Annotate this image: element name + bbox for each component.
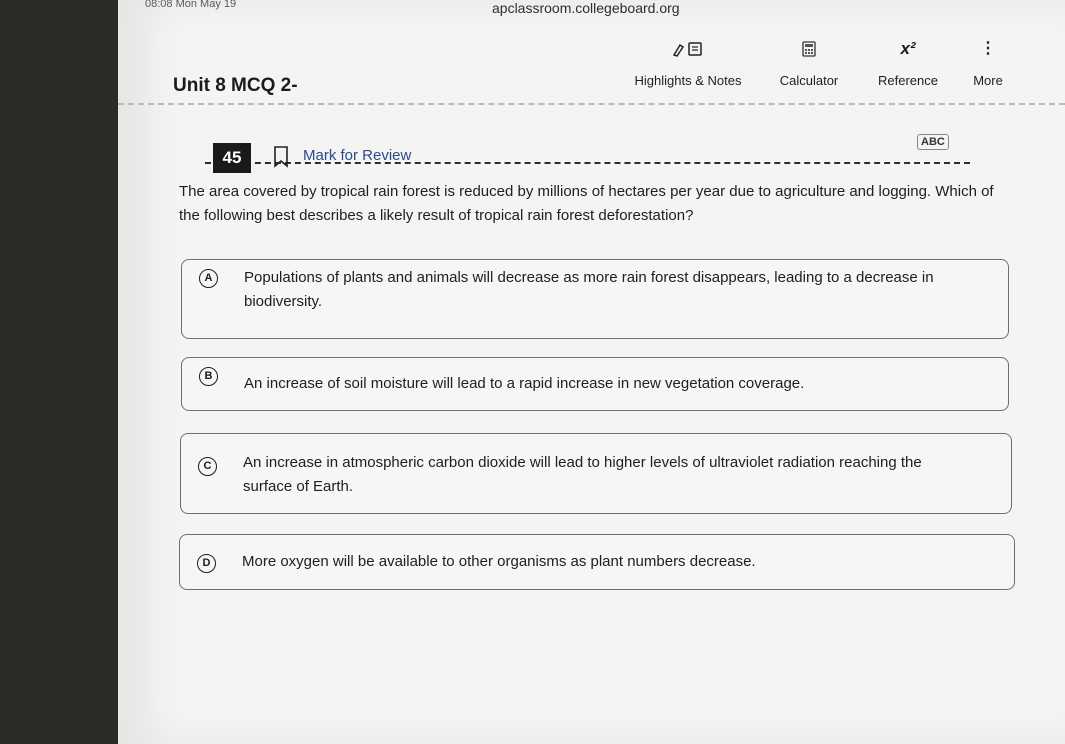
answer-option-b[interactable]: B An increase of soil moisture will lead… [181,357,1009,411]
calculator-label: Calculator [779,73,839,88]
option-letter: B [199,367,218,386]
formula-icon: x² [900,39,916,58]
answer-option-c[interactable]: C An increase in atmospheric carbon diox… [180,433,1012,514]
more-vertical-icon: ⋮ [980,40,996,57]
question-header: 45 Mark for Review ABC [205,130,970,173]
calculator-icon [773,39,845,59]
highlighter-icon [628,39,748,59]
question-number: 45 [213,143,251,173]
status-time: 08:08 Mon May 19 [145,0,237,10]
reference-label: Reference [878,73,938,88]
url-bar[interactable]: apclassroom.collegeboard.org [492,0,680,16]
more-button[interactable]: ⋮ More [966,39,1010,88]
option-letter: D [197,554,216,573]
more-label: More [973,73,1003,88]
mark-for-review-label[interactable]: Mark for Review [303,147,411,164]
answer-eliminator-icon[interactable]: ABC [917,134,949,150]
reference-button[interactable]: x² Reference [870,39,946,88]
option-letter: C [198,457,217,476]
highlights-notes-button[interactable]: Highlights & Notes [628,39,748,88]
calculator-button[interactable]: Calculator [773,39,845,88]
answer-option-d[interactable]: D More oxygen will be available to other… [179,534,1015,590]
answer-option-a[interactable]: A Populations of plants and animals will… [181,259,1009,339]
test-header: Unit 8 MCQ 2- Highlights & Notes Calcula… [118,26,1065,105]
option-text: Populations of plants and animals will d… [244,269,934,310]
option-text: An increase in atmospheric carbon dioxid… [243,454,922,495]
bookmark-icon[interactable] [273,146,289,173]
option-text: An increase of soil moisture will lead t… [244,375,805,392]
option-letter: A [199,269,218,288]
highlights-notes-label: Highlights & Notes [634,73,742,88]
test-title: Unit 8 MCQ 2- [173,75,298,96]
question-stem: The area covered by tropical rain forest… [179,183,994,224]
option-text: More oxygen will be available to other o… [242,553,756,570]
